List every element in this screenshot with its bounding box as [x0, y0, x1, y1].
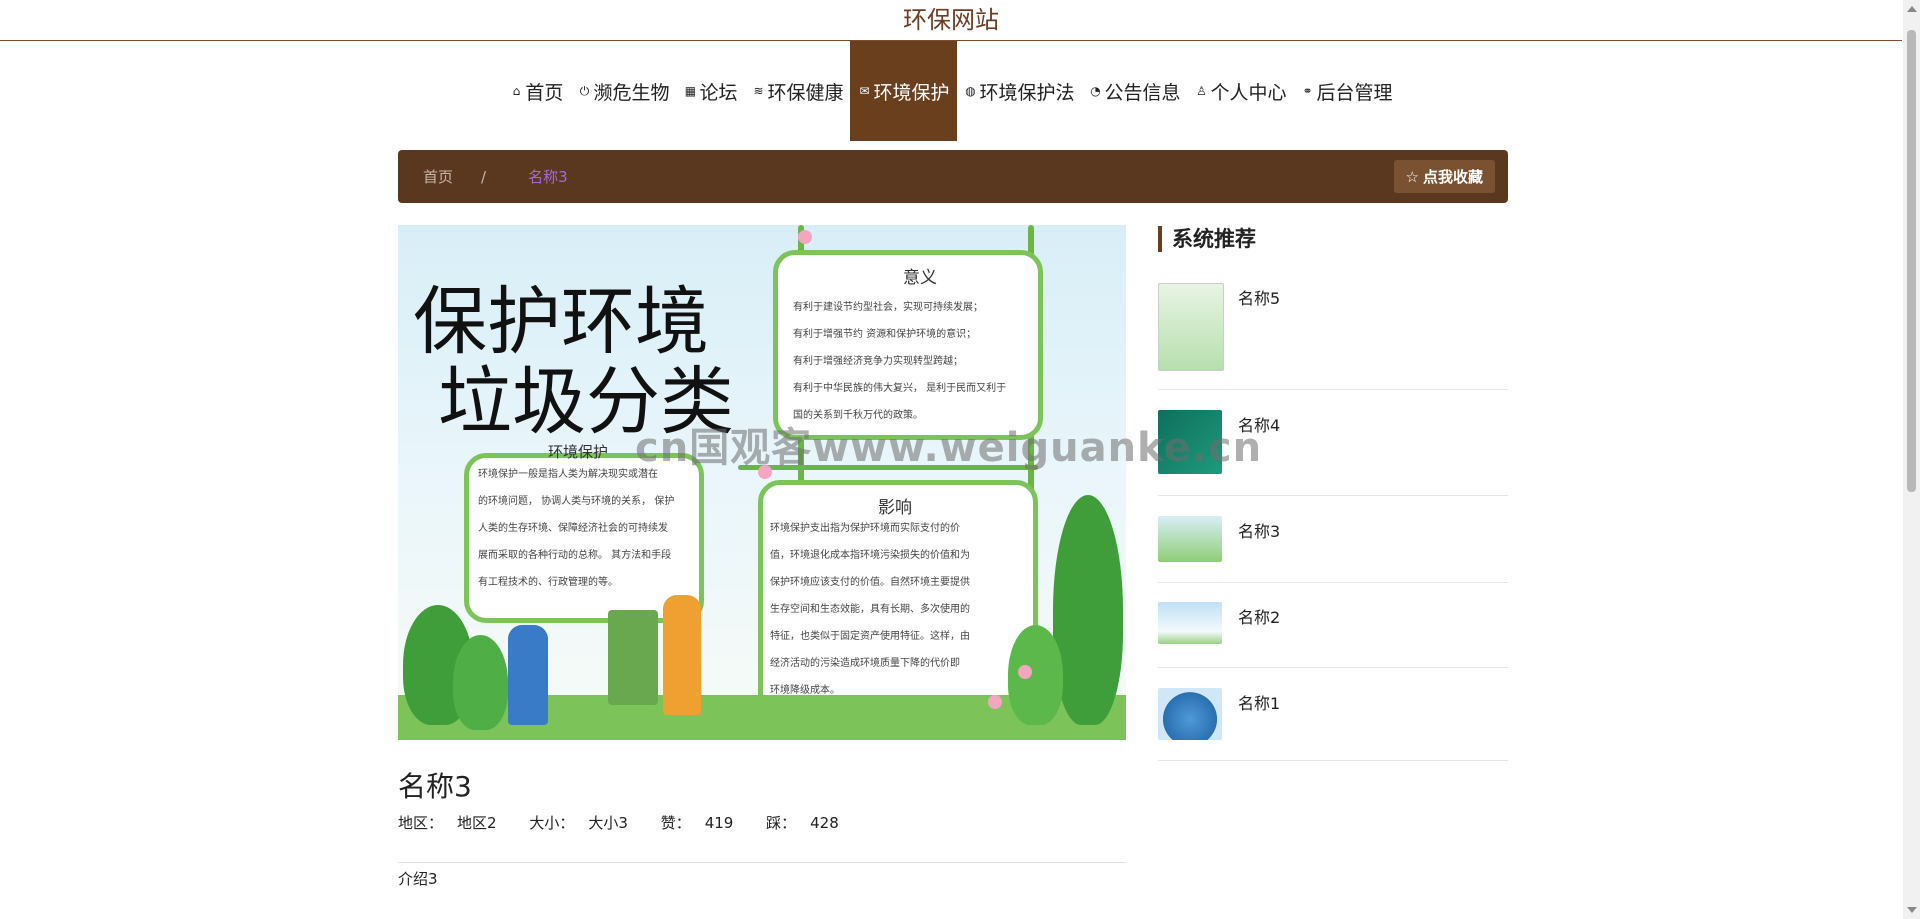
- breadcrumb-current: 名称3: [528, 168, 568, 186]
- detail-image: 保护环境 垃圾分类 意义 有利于建设节约型社会，实现可持续发展； 有利于增强节约…: [398, 225, 1126, 740]
- scroll-down-icon[interactable]: [1907, 907, 1917, 913]
- impact-line: 值，环境退化成本指环境污染损失的价值和为: [770, 550, 970, 561]
- impact-line: 经济活动的污染造成环境质量下降的代价即: [770, 658, 960, 669]
- recommend-thumbnail[interactable]: [1158, 602, 1222, 644]
- recycle-bin-illustration: [608, 610, 658, 705]
- nav-item-profile[interactable]: ♙ 个人中心: [1188, 41, 1294, 141]
- recommend-divider: [1158, 667, 1508, 668]
- power-icon: ⏻: [579, 83, 590, 98]
- recommend-name[interactable]: 名称2: [1238, 604, 1280, 628]
- nav-item-admin[interactable]: ⚭ 后台管理: [1294, 41, 1400, 141]
- nav-item-label: 后台管理: [1316, 81, 1393, 104]
- recommend-divider: [1158, 495, 1508, 496]
- home-icon: ⌂: [512, 84, 521, 98]
- site-title: 环保网站: [903, 6, 999, 34]
- nav-item-label: 濒危生物: [593, 81, 670, 104]
- nav-item-forum[interactable]: ▦ 论坛: [676, 41, 744, 141]
- detail-intro: 介绍3: [398, 870, 438, 888]
- recommend-divider: [1158, 760, 1508, 761]
- meaning-line: 有利于增强节约 资源和保护环境的意识；: [793, 329, 977, 340]
- recommend-divider: [1158, 582, 1508, 583]
- impact-line: 环境保护支出指为保护环境而实际支付的价: [770, 523, 960, 534]
- nav-item-label: 个人中心: [1210, 81, 1287, 104]
- protect-line: 人类的生存环境、保障经济社会的可持续发: [478, 523, 668, 534]
- protect-title: 环境保护: [548, 443, 609, 461]
- impact-line: 特征，也类似于固定资产使用特征。这样，由: [770, 631, 970, 642]
- nav-item-label: 环保健康: [767, 81, 844, 104]
- child-illustration: [508, 625, 548, 725]
- globe-icon: ◍: [965, 84, 976, 98]
- link-icon: ⚭: [1302, 84, 1313, 98]
- breadcrumb-home-link[interactable]: 首页: [423, 166, 453, 187]
- nav-item-endangered[interactable]: ⏻ 濒危生物: [570, 41, 676, 141]
- meta-size: 大小： 大小3: [529, 814, 628, 832]
- scrollbar-thumb[interactable]: [1907, 30, 1916, 492]
- favorite-button-label: 点我收藏: [1422, 168, 1483, 186]
- recommend-name[interactable]: 名称3: [1238, 518, 1280, 542]
- flower-decoration: [988, 695, 1002, 709]
- flower-decoration: [1018, 665, 1032, 679]
- protect-line: 环境保护一般是指人类为解决现实或潜在: [478, 469, 658, 480]
- scroll-up-icon[interactable]: [1907, 6, 1917, 12]
- mail-icon: ✉: [859, 84, 870, 98]
- meaning-title: 意义: [903, 268, 937, 288]
- recommend-name[interactable]: 名称1: [1238, 690, 1280, 714]
- layers-icon: ≋: [753, 84, 764, 98]
- star-icon: ☆: [1405, 167, 1419, 186]
- watermark: cn国观客www.weiguanke.cn: [635, 425, 1263, 471]
- worker-illustration: [663, 595, 701, 715]
- vertical-scrollbar[interactable]: [1903, 0, 1920, 919]
- tree-decoration: [453, 635, 508, 730]
- recommend-name[interactable]: 名称5: [1238, 285, 1280, 309]
- tree-decoration: [1053, 495, 1123, 725]
- nav-item-label: 环境保护: [873, 81, 950, 104]
- impact-line: 生存空间和生态效能，具有长期、多次使用的: [770, 604, 970, 615]
- nav-item-health[interactable]: ≋ 环保健康: [744, 41, 850, 141]
- impact-title: 影响: [878, 498, 912, 518]
- impact-line: 环境降级成本。: [770, 685, 840, 696]
- breadcrumb-separator: /: [481, 167, 487, 186]
- meta-dislikes: 踩： 428: [766, 814, 839, 832]
- detail-title: 名称3: [398, 770, 472, 803]
- meaning-line: 有利于增强经济竞争力实现转型跨越；: [793, 356, 963, 367]
- recommend-divider: [1158, 389, 1508, 390]
- meta-likes: 赞： 419: [660, 814, 734, 832]
- grid-icon: ▦: [684, 84, 697, 98]
- nav-item-label: 首页: [525, 81, 564, 104]
- tree-decoration: [1008, 625, 1063, 725]
- nav-item-label: 环境保护法: [979, 81, 1075, 104]
- nav-item-label: 论坛: [699, 81, 738, 104]
- nav-item-notice[interactable]: ◔ 公告信息: [1082, 41, 1188, 141]
- protect-line: 有工程技术的、行政管理的等。: [478, 577, 618, 588]
- detail-meta: 地区： 地区2 大小： 大小3 赞： 419 踩： 428: [398, 812, 867, 833]
- meaning-line: 有利于中华民族的伟大复兴， 是利于民而又利于: [793, 383, 1007, 394]
- recommend-thumbnail[interactable]: [1158, 516, 1222, 562]
- site-header: 环保网站: [0, 0, 1902, 41]
- favorite-button[interactable]: ☆ 点我收藏: [1393, 160, 1495, 193]
- sidebar-title: 系统推荐: [1158, 226, 1256, 252]
- nav-item-law[interactable]: ◍ 环境保护法: [957, 41, 1082, 141]
- meaning-line: 有利于建设节约型社会，实现可持续发展；: [793, 302, 983, 313]
- breadcrumb: 首页 / 名称3 ☆ 点我收藏: [398, 150, 1508, 203]
- recommend-thumbnail[interactable]: [1158, 688, 1222, 740]
- protect-line: 展而采取的各种行动的总称。 其方法和手段: [478, 550, 672, 561]
- recommend-thumbnail[interactable]: [1158, 283, 1224, 371]
- content-divider: [398, 862, 1126, 863]
- nav-item-label: 公告信息: [1104, 81, 1181, 104]
- palette-icon: ◔: [1090, 84, 1101, 98]
- impact-line: 保护环境应该支付的价值。自然环境主要提供: [770, 577, 970, 588]
- protect-line: 的环境问题， 协调人类与环境的关系， 保护: [478, 496, 675, 507]
- poster-headline: 保护环境: [413, 279, 709, 365]
- nav-item-home[interactable]: ⌂ 首页: [502, 41, 570, 141]
- nav-item-environment[interactable]: ✉ 环境保护: [850, 41, 957, 141]
- user-icon: ♙: [1196, 84, 1207, 98]
- main-nav: ⌂ 首页 ⏻ 濒危生物 ▦ 论坛 ≋ 环保健康 ✉ 环境保护 ◍ 环境保护法 ◔…: [0, 41, 1902, 141]
- flower-decoration: [798, 230, 812, 244]
- meta-region: 地区： 地区2: [398, 814, 497, 832]
